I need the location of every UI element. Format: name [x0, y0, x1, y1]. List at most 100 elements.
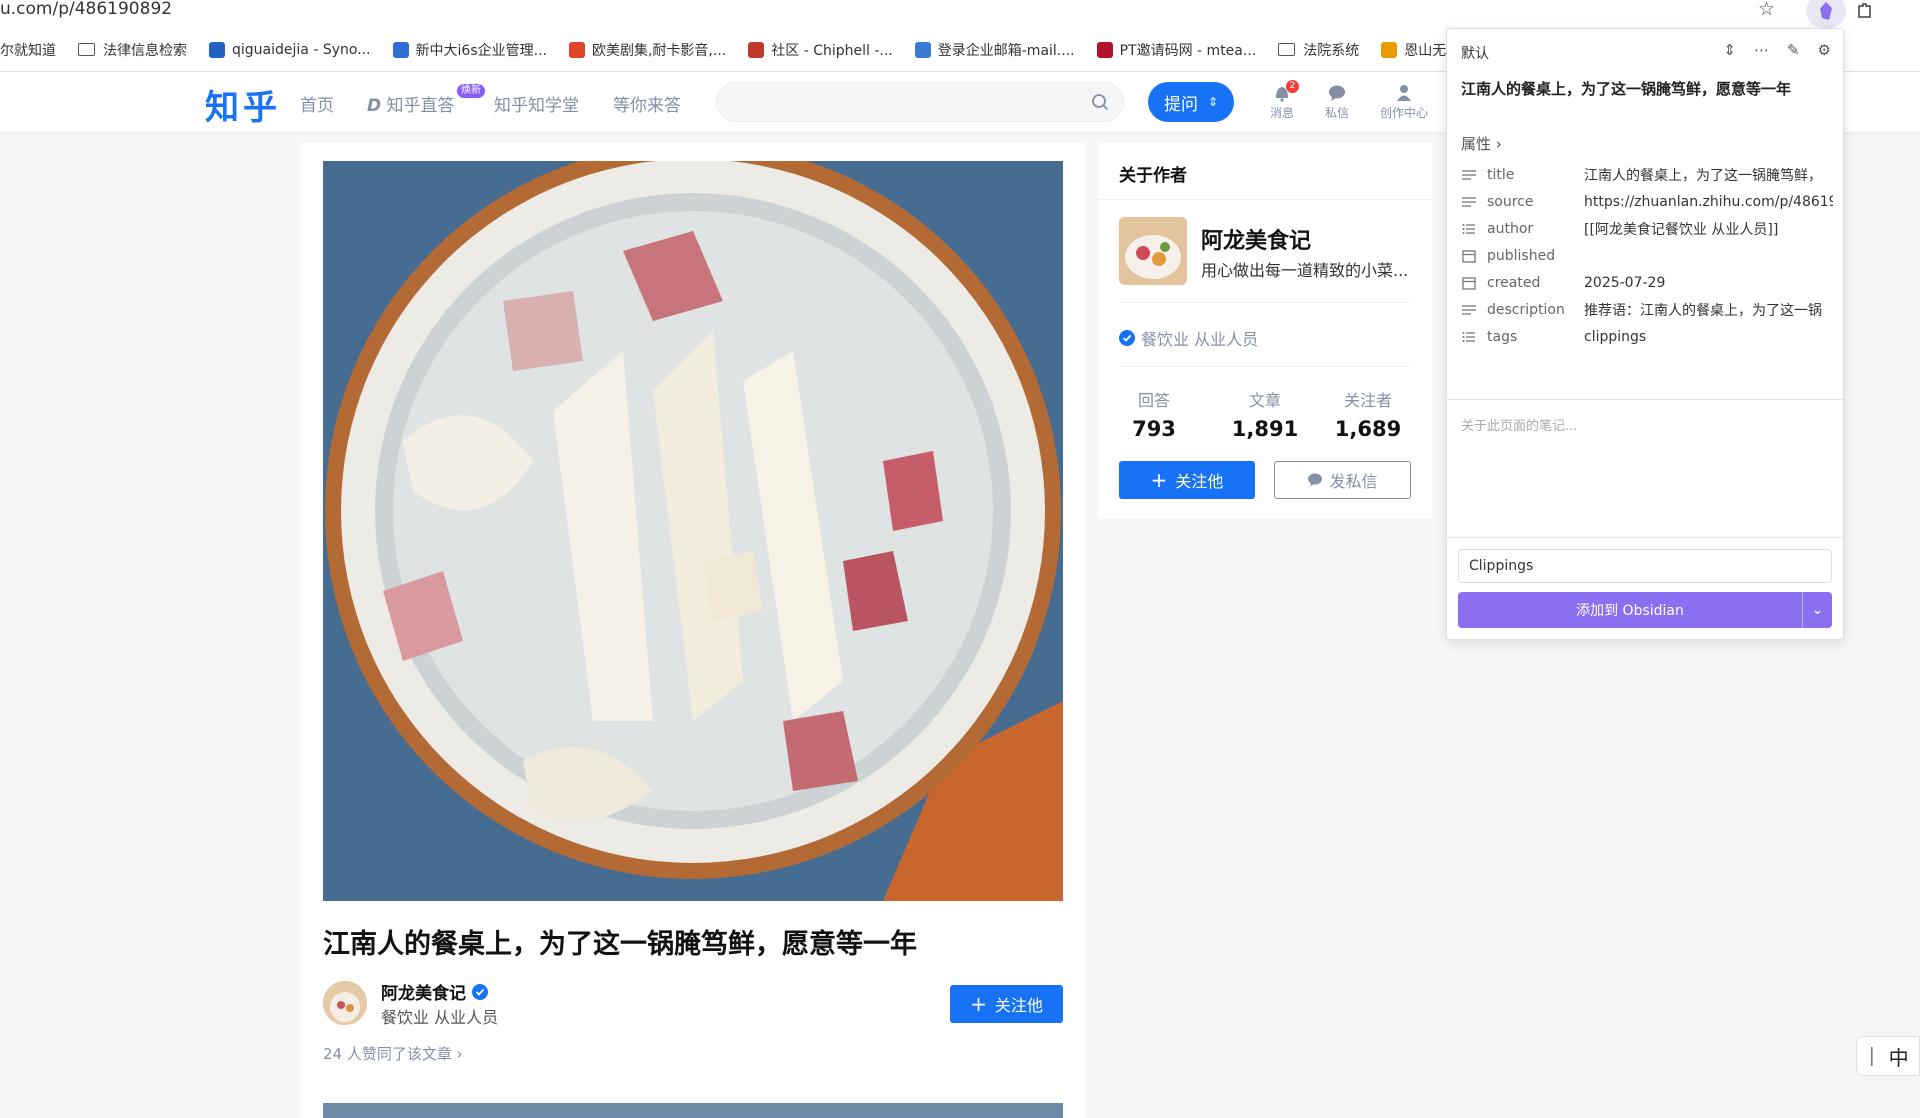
verification-row: 餐饮业 从业人员 — [1119, 326, 1258, 350]
soup-pot-illustration — [323, 161, 1063, 901]
bookmark-label: 法院系统 — [1303, 42, 1360, 59]
bookmark-item[interactable]: 新中大i6s企业管理... — [392, 40, 547, 60]
property-key: description — [1487, 302, 1565, 318]
property-value[interactable]: 江南人的餐桌上，为了这一锅腌笃鲜， — [1584, 165, 1833, 185]
notes-textarea[interactable]: 关于此页面的笔记... — [1461, 415, 1577, 434]
ask-label: 提问 — [1163, 94, 1198, 115]
ask-question-button[interactable]: 提问 ⇕ — [1148, 82, 1234, 122]
about-author-card: 关于作者 阿龙美食记 用心做出每一道精致的小菜... 餐饮业 从业人员 回答 7… — [1098, 143, 1432, 519]
site-favicon-icon — [1381, 41, 1398, 58]
highlighter-icon[interactable]: ✎ — [1787, 41, 1800, 59]
chevron-down-icon[interactable]: ⌄ — [1802, 592, 1832, 628]
obsidian-extension-button[interactable] — [1806, 0, 1846, 28]
chat-bubble-icon — [1308, 473, 1323, 487]
send-message-button[interactable]: 发私信 — [1274, 461, 1411, 499]
verification-text: 餐饮业 从业人员 — [1141, 330, 1259, 349]
bookmark-label: 欧美剧集,耐卡影音,... — [591, 42, 727, 59]
nav-zhixuetang[interactable]: 知乎知学堂 — [494, 91, 579, 116]
bookmark-item[interactable]: 法院系统 — [1278, 40, 1359, 60]
divider — [1098, 199, 1432, 200]
properties-toggle[interactable]: 属性 › — [1461, 133, 1502, 154]
add-label: 添加到 Obsidian — [1576, 603, 1684, 619]
stat-followers[interactable]: 关注者 1,689 — [1323, 387, 1413, 441]
note-title[interactable]: 江南人的餐桌上，为了这一锅腌笃鲜，愿意等一年 — [1461, 77, 1831, 101]
property-value[interactable]: clippings — [1584, 329, 1833, 345]
more-icon[interactable]: ⋯ — [1754, 41, 1769, 59]
bookmark-item[interactable]: 登录企业邮箱-mail.... — [914, 40, 1075, 60]
caret-icon: │ — [1867, 1046, 1877, 1066]
property-row-title[interactable]: title 江南人的餐桌上，为了这一锅腌笃鲜， — [1461, 163, 1833, 187]
author-avatar[interactable] — [323, 981, 367, 1025]
property-value[interactable]: 推荐语：江南人的餐桌上，为了这一锅 — [1584, 300, 1833, 320]
bookmark-item[interactable]: qiguaidejia - Syno... — [209, 41, 371, 58]
vault-folder-input[interactable]: Clippings — [1458, 549, 1832, 583]
property-row-source[interactable]: source https://zhuanlan.zhihu.com/p/48619… — [1461, 190, 1833, 214]
property-row-tags[interactable]: tags clippings — [1461, 325, 1833, 349]
bookmark-label: 登录企业邮箱-mail.... — [937, 42, 1075, 59]
author-name-row[interactable]: 阿龙美食记 — [381, 979, 488, 1004]
property-row-description[interactable]: description 推荐语：江南人的餐桌上，为了这一锅 — [1461, 298, 1833, 322]
nav-home[interactable]: 首页 — [300, 91, 334, 116]
text-icon — [1462, 305, 1476, 315]
about-avatar[interactable] — [1119, 217, 1187, 285]
property-row-created[interactable]: created 2025-07-29 — [1461, 271, 1833, 295]
list-icon — [1462, 332, 1475, 342]
article-card: 江南人的餐桌上，为了这一锅腌笃鲜，愿意等一年 阿龙美食记 餐饮业 从业人员 + … — [300, 143, 1086, 1118]
property-value[interactable]: https://zhuanlan.zhihu.com/p/486190 — [1584, 194, 1833, 210]
bookmark-label: PT邀请码网 - mtea... — [1119, 42, 1257, 59]
add-to-obsidian-button[interactable]: 添加到 Obsidian ⌄ — [1458, 592, 1832, 628]
address-bar[interactable]: u.com/p/486190892 ☆ — [0, 0, 1920, 28]
stat-answers[interactable]: 回答 793 — [1109, 387, 1199, 441]
text-icon — [1462, 197, 1476, 207]
bookmark-label: 法律信息检索 — [103, 42, 187, 59]
bookmark-star-icon[interactable]: ☆ — [1758, 0, 1775, 19]
text-icon — [1462, 170, 1476, 180]
stat-articles[interactable]: 文章 1,891 — [1220, 387, 1310, 441]
about-author-name[interactable]: 阿龙美食记 — [1201, 223, 1311, 255]
property-row-author[interactable]: author [[阿龙美食记餐饮业 从业人员]] — [1461, 217, 1833, 241]
bookmark-item[interactable]: PT邀请码网 - mtea... — [1096, 40, 1257, 60]
messages-label: 消息 — [1269, 106, 1294, 120]
chevron-updown-icon[interactable]: ⇕ — [1723, 41, 1736, 59]
list-icon — [1462, 224, 1475, 234]
property-value[interactable]: [[阿龙美食记餐饮业 从业人员]] — [1584, 219, 1833, 239]
creator-center-button[interactable]: 创作中心 — [1376, 84, 1432, 121]
bookmark-label: 新中大i6s企业管理... — [415, 42, 547, 59]
about-avatar-image — [1119, 217, 1187, 285]
ime-indicator[interactable]: │ 中 — [1856, 1036, 1920, 1076]
nav-waiting-answers[interactable]: 等你来答 — [613, 91, 681, 116]
zhihu-logo[interactable]: 知乎 — [205, 80, 281, 129]
divider — [1447, 537, 1843, 538]
likes-count[interactable]: 24 人赞同了该文章 › — [323, 1043, 463, 1064]
direct-messages-button[interactable]: 私信 — [1309, 84, 1365, 121]
property-value[interactable]: 2025-07-29 — [1584, 275, 1833, 291]
stat-label: 文章 — [1248, 391, 1281, 410]
nav-zhida[interactable]: D 知乎直答 — [367, 91, 455, 116]
follow-author-button[interactable]: + 关注他 — [950, 985, 1063, 1023]
search-input[interactable] — [716, 82, 1124, 122]
template-selector[interactable]: 默认 — [1461, 43, 1489, 63]
about-follow-button[interactable]: + 关注他 — [1119, 461, 1255, 499]
property-key: created — [1487, 275, 1541, 291]
author-name[interactable]: 阿龙美食记 — [381, 979, 466, 1004]
messages-badge: 2 — [1286, 80, 1299, 93]
bookmark-item[interactable]: 尔就知道 — [0, 40, 56, 60]
url-text[interactable]: u.com/p/486190892 — [0, 0, 172, 18]
search-icon[interactable] — [1091, 93, 1109, 111]
divider — [1447, 399, 1843, 400]
obsidian-icon — [1820, 2, 1832, 20]
property-row-published[interactable]: published — [1461, 244, 1833, 268]
extensions-puzzle-button[interactable] — [1847, 0, 1883, 28]
site-favicon-icon — [1096, 41, 1113, 58]
property-key: tags — [1487, 329, 1518, 345]
folder-icon — [78, 43, 95, 56]
chevron-updown-icon: ⇕ — [1207, 95, 1219, 109]
bookmark-item[interactable]: 法律信息检索 — [78, 40, 187, 60]
property-key: source — [1487, 194, 1534, 210]
settings-gear-icon[interactable]: ⚙ — [1818, 41, 1831, 59]
bookmark-item[interactable]: 社区 - Chiphell -... — [748, 40, 893, 60]
messages-button[interactable]: 2 消息 — [1254, 80, 1310, 121]
property-key: title — [1487, 167, 1515, 183]
verified-badge-icon — [1119, 330, 1135, 346]
bookmark-item[interactable]: 欧美剧集,耐卡影音,... — [568, 40, 727, 60]
